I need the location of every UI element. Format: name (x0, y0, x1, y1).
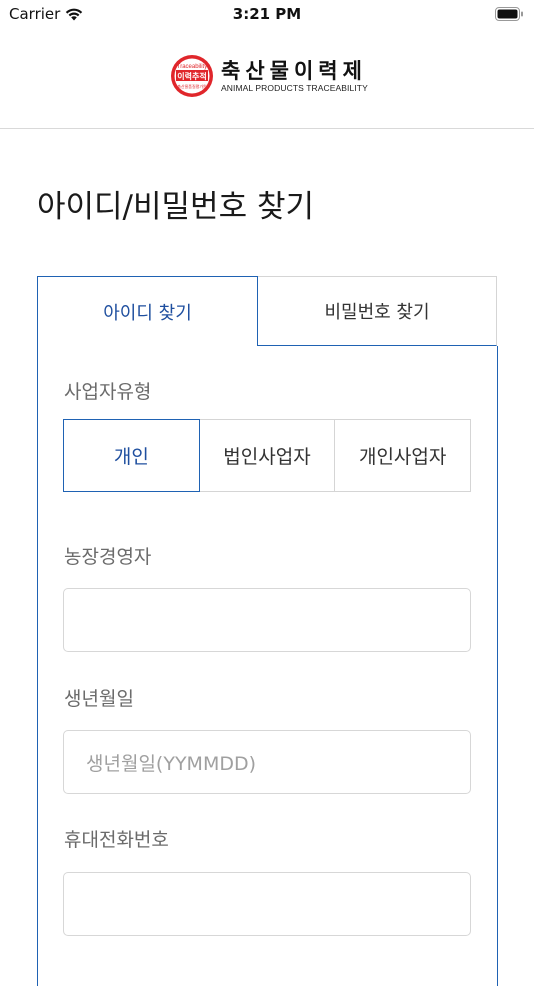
logo-text: 축산물이력제 ANIMAL PRODUCTS TRACEABILITY (221, 59, 368, 93)
tab-find-password[interactable]: 비밀번호 찾기 (257, 276, 497, 346)
status-time: 3:21 PM (232, 5, 302, 23)
business-type-individual-button[interactable]: 개인 (63, 419, 200, 492)
farm-manager-input[interactable] (63, 588, 471, 652)
birth-date-label: 생년월일 (64, 688, 134, 710)
business-type-corporate-button[interactable]: 법인사업자 (198, 419, 336, 492)
status-bar: Carrier 3:21 PM (0, 0, 534, 30)
svg-text:이력추적: 이력추적 (177, 71, 206, 81)
app-header: Traceability 이력추적 축산물품질평가원 축산물이력제 ANIMAL… (0, 30, 534, 129)
logo[interactable]: Traceability 이력추적 축산물품질평가원 축산물이력제 ANIMAL… (170, 54, 368, 98)
logo-title: 축산물이력제 (221, 59, 367, 83)
business-type-label: 사업자유형 (64, 381, 152, 403)
phone-number-input[interactable] (63, 872, 471, 936)
tab-find-id[interactable]: 아이디 찾기 (37, 276, 258, 346)
business-type-selector: 개인 법인사업자 개인사업자 (63, 419, 472, 492)
find-account-card: 아이디 찾기 비밀번호 찾기 사업자유형 개인 법인사업자 개인사업자 농장경영… (37, 276, 498, 986)
business-type-sole-proprietor-button[interactable]: 개인사업자 (334, 419, 472, 492)
svg-text:축산물품질평가원: 축산물품질평가원 (177, 83, 207, 89)
farm-manager-label: 농장경영자 (64, 546, 152, 568)
logo-subtitle: ANIMAL PRODUCTS TRACEABILITY (221, 83, 368, 93)
page-title: 아이디/비밀번호 찾기 (37, 189, 314, 225)
traceability-badge-icon: Traceability 이력추적 축산물품질평가원 (171, 55, 213, 97)
battery-icon (495, 6, 524, 25)
birth-date-input[interactable]: 생년월일(YYMMDD) (63, 730, 471, 794)
svg-text:Traceability: Traceability (177, 64, 207, 70)
phone-number-label: 휴대전화번호 (64, 829, 169, 851)
